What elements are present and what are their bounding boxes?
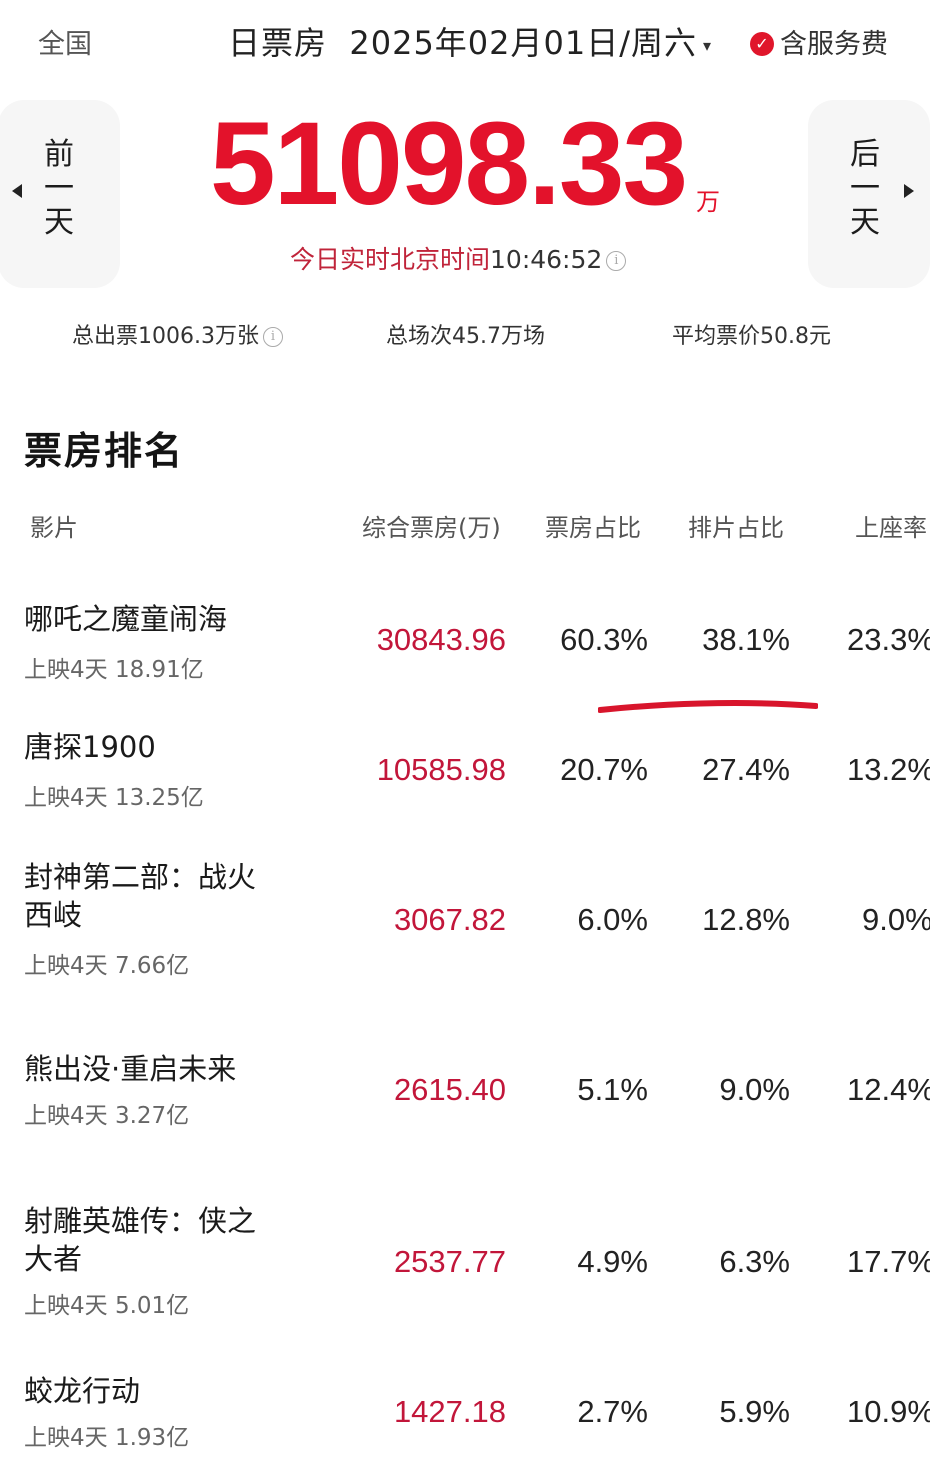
seat-rate-value: 10.9% [847, 1394, 930, 1429]
film-meta: 上映4天 18.91亿 [24, 657, 204, 683]
seat-rate-value: 12.4% [847, 1072, 930, 1107]
film-name: 哪吒之魔童闹海 [24, 602, 228, 636]
table-row[interactable]: 哪吒之魔童闹海 上映4天 18.91亿 30843.96 60.3% 38.1%… [0, 590, 930, 700]
show-share-value: 12.8% [702, 902, 790, 937]
table-row[interactable]: 唐探1900 上映4天 13.25亿 10585.98 20.7% 27.4% … [0, 722, 930, 832]
info-icon[interactable]: i [262, 327, 283, 347]
date-label: 2025年02月01日/周六 [349, 24, 698, 62]
info-icon[interactable]: i [606, 251, 627, 271]
page-title: 日票房 [228, 24, 328, 62]
table-row[interactable]: 封神第二部：战火西岐 上映4天 7.66亿 3067.82 6.0% 12.8%… [0, 856, 930, 996]
film-meta: 上映4天 1.93亿 [24, 1425, 190, 1451]
arrow-right-icon [904, 184, 914, 198]
column-header-box-office[interactable]: 综合票房(万) [362, 508, 501, 543]
total-tickets: 总出票1006.3万张 i [72, 318, 283, 350]
realtime-label: 今日实时北京时间 [290, 245, 491, 274]
box-office-value: 2537.77 [393, 1244, 506, 1279]
date-selector[interactable]: 日票房 2025年02月01日/周六 ▾ [228, 18, 712, 64]
table-row[interactable]: 熊出没·重启未来 上映4天 3.27亿 2615.40 5.1% 9.0% 12… [0, 1046, 930, 1156]
box-share-value: 60.3% [560, 622, 648, 657]
seat-rate-value: 17.7% [847, 1244, 930, 1279]
service-fee-toggle[interactable]: ✓ 含服务费 [750, 22, 888, 61]
box-share-value: 20.7% [560, 752, 648, 787]
film-name: 封神第二部：战火西岐 [24, 860, 257, 932]
region-selector[interactable]: 全国 [38, 22, 92, 61]
check-circle-icon: ✓ [750, 31, 774, 56]
caret-down-icon: ▾ [703, 35, 713, 55]
box-office-value: 2615.40 [393, 1072, 506, 1107]
prev-day-button[interactable]: 前 一 天 [0, 100, 120, 288]
film-meta: 上映4天 5.01亿 [24, 1293, 190, 1319]
show-share-value: 9.0% [719, 1072, 790, 1107]
film-meta: 上映4天 13.25亿 [24, 785, 204, 811]
film-name: 唐探1900 [24, 730, 156, 764]
film-meta: 上映4天 7.66亿 [24, 953, 190, 979]
realtime-clock: 今日实时北京时间10:46:52 i [290, 240, 627, 276]
arrow-left-icon [12, 184, 22, 198]
box-share-value: 6.0% [577, 902, 648, 937]
show-share-value: 38.1% [702, 622, 790, 657]
box-office-value: 30843.96 [376, 622, 506, 657]
next-day-label: 后 一 天 [850, 137, 880, 240]
column-header-show-share[interactable]: 排片占比 [688, 508, 784, 543]
table-row[interactable]: 射雕英雄传：侠之大者 上映4天 5.01亿 2537.77 4.9% 6.3% … [0, 1198, 930, 1338]
next-day-button[interactable]: 后 一 天 [808, 100, 930, 288]
box-share-value: 5.1% [577, 1072, 648, 1107]
show-share-value: 27.4% [702, 752, 790, 787]
box-share-value: 4.9% [577, 1244, 648, 1279]
column-header-seat-rate[interactable]: 上座率 [855, 508, 927, 543]
total-shows: 总场次45.7万场 [386, 324, 545, 349]
seat-rate-value: 9.0% [862, 902, 930, 937]
film-name: 射雕英雄传：侠之大者 [24, 1204, 257, 1276]
box-office-value: 3067.82 [393, 902, 506, 937]
film-name: 熊出没·重启未来 [24, 1052, 237, 1086]
table-row[interactable]: 蛟龙行动 上映4天 1.93亿 1427.18 2.7% 5.9% 10.9% [0, 1368, 930, 1468]
film-name: 蛟龙行动 [24, 1374, 141, 1408]
handwritten-underline-annotation [598, 700, 818, 713]
box-office-value: 1427.18 [393, 1394, 506, 1429]
realtime-time: 10:46:52 [490, 245, 603, 274]
seat-rate-value: 13.2% [847, 752, 930, 787]
film-meta: 上映4天 3.27亿 [24, 1103, 190, 1129]
prev-day-label: 前 一 天 [44, 137, 74, 240]
box-share-value: 2.7% [577, 1394, 648, 1429]
box-office-value: 10585.98 [376, 752, 506, 787]
average-price: 平均票价50.8元 [672, 324, 831, 349]
total-box-office: 51098.33 [210, 98, 688, 230]
total-unit: 万 [696, 188, 720, 216]
column-header-box-share[interactable]: 票房占比 [545, 508, 641, 543]
service-fee-label: 含服务费 [780, 29, 888, 60]
column-header-film: 影片 [30, 514, 78, 542]
total-tickets-text: 总出票1006.3万张 [72, 324, 259, 349]
show-share-value: 5.9% [719, 1394, 790, 1429]
show-share-value: 6.3% [719, 1244, 790, 1279]
seat-rate-value: 23.3% [847, 622, 930, 657]
ranking-title: 票房排名 [24, 429, 185, 473]
